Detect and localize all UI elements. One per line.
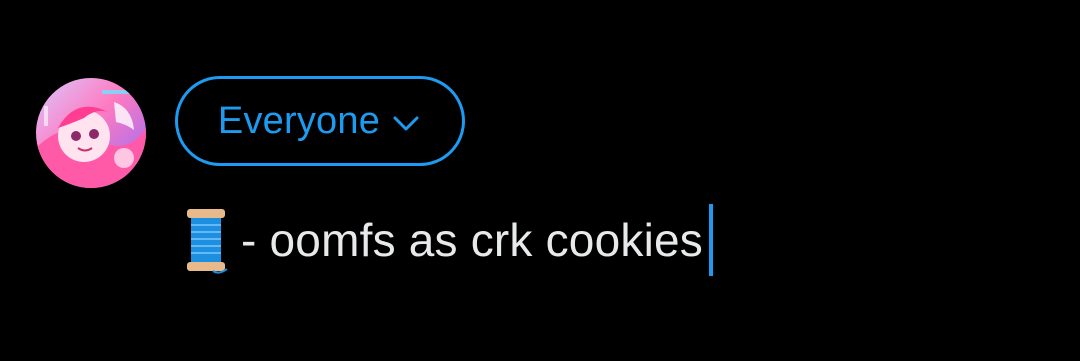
compose-text-area[interactable]: - oomfs as crk cookies [183, 202, 713, 278]
spool-of-thread-icon [183, 205, 229, 275]
chevron-down-icon [390, 107, 422, 139]
audience-selector-button[interactable]: Everyone [175, 76, 465, 166]
avatar[interactable] [36, 78, 146, 188]
tweet-composer: Everyone - oomfs as crk cookies [0, 0, 1080, 361]
audience-label: Everyone [217, 99, 381, 142]
text-caret [708, 204, 713, 276]
compose-text: - oomfs as crk cookies [241, 214, 703, 266]
avatar-image [36, 78, 146, 188]
